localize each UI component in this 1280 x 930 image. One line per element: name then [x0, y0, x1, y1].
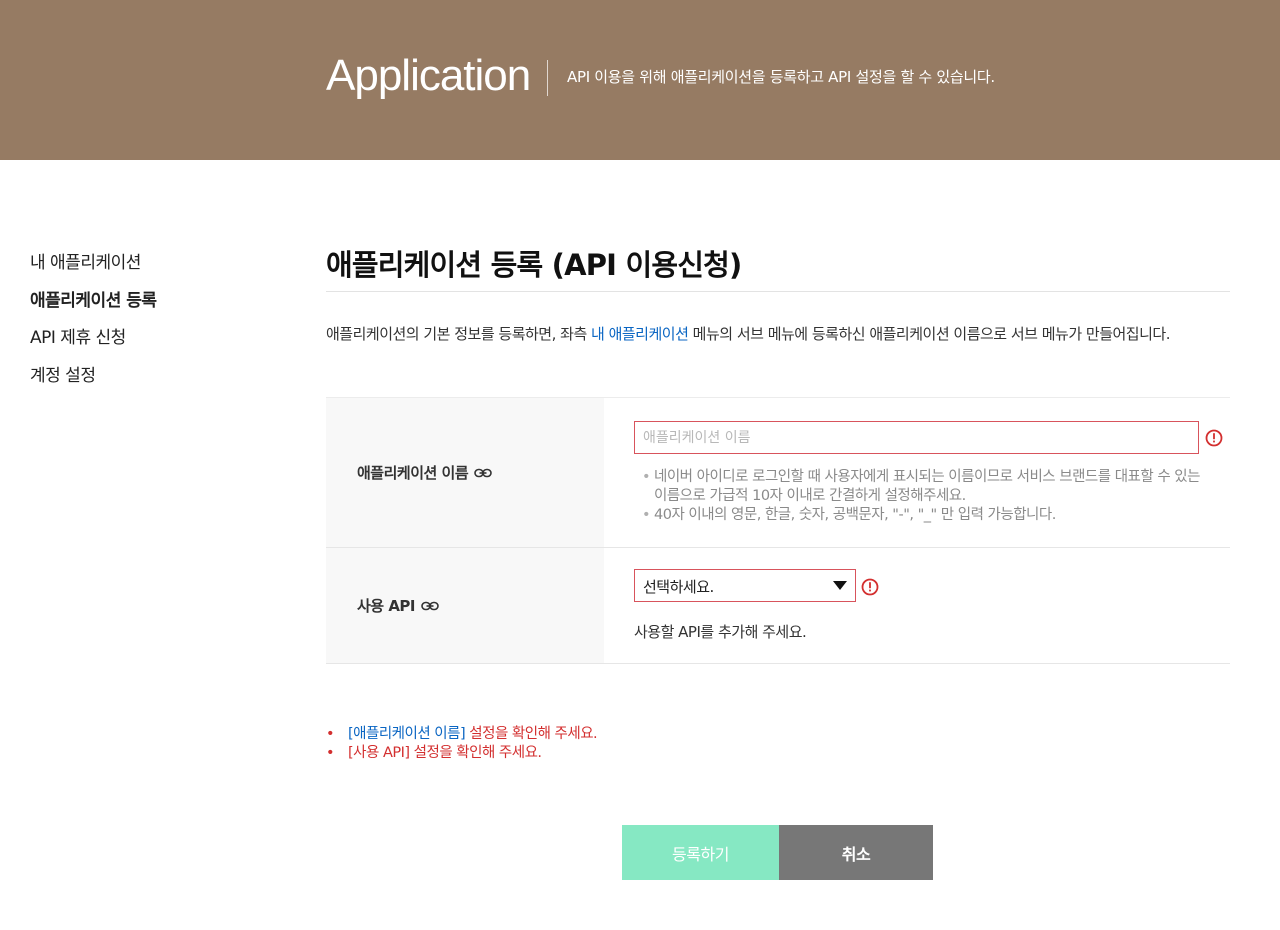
submit-button[interactable]: 등록하기: [622, 825, 779, 880]
api-row: 사용 API 선택하세요. 사용할 API를 추가해 주세요.: [326, 548, 1230, 664]
warning-icon: [861, 578, 879, 596]
registration-form: 애플리케이션 이름 네이버 아이디로 로그인할 때 사용자에게 표시되는 이름이…: [326, 397, 1230, 664]
header-divider: [547, 60, 548, 96]
intro-text: 애플리케이션의 기본 정보를 등록하면, 좌측 내 애플리케이션 메뉴의 서브 …: [326, 320, 1230, 349]
link-icon[interactable]: [421, 601, 439, 611]
sidebar-item-register-application[interactable]: 애플리케이션 등록: [30, 290, 270, 328]
api-note: 사용할 API를 추가해 주세요.: [634, 623, 807, 641]
error-item: [애플리케이션 이름] 설정을 확인해 주세요.: [326, 725, 598, 744]
app-name-label-cell: 애플리케이션 이름: [326, 398, 604, 547]
cancel-button[interactable]: 취소: [779, 825, 933, 880]
dropdown-arrow-icon: [833, 581, 847, 590]
sidebar-item-my-applications[interactable]: 내 애플리케이션: [30, 252, 270, 290]
api-label-cell: 사용 API: [326, 548, 604, 663]
hint-item: 네이버 아이디로 로그인할 때 사용자에게 표시되는 이름이므로 서비스 브랜드…: [642, 468, 1202, 506]
app-name-row: 애플리케이션 이름 네이버 아이디로 로그인할 때 사용자에게 표시되는 이름이…: [326, 398, 1230, 548]
sidebar: 내 애플리케이션 애플리케이션 등록 API 제휴 신청 계정 설정: [30, 252, 270, 402]
error-item: [사용 API] 설정을 확인해 주세요.: [326, 744, 597, 763]
warning-icon: [1205, 429, 1223, 447]
error-list: [애플리케이션 이름] 설정을 확인해 주세요. [사용 API] 설정을 확인…: [326, 725, 598, 763]
error-text: 설정을 확인해 주세요.: [465, 726, 598, 742]
api-select-value: 선택하세요.: [643, 578, 714, 596]
api-label: 사용 API: [357, 597, 416, 615]
sidebar-item-account-settings[interactable]: 계정 설정: [30, 365, 270, 403]
app-name-input[interactable]: [634, 421, 1199, 454]
api-select[interactable]: 선택하세요.: [634, 569, 856, 602]
page-header: Application API 이용을 위해 애플리케이션을 등록하고 API …: [0, 0, 1280, 160]
error-field-link[interactable]: [애플리케이션 이름]: [348, 726, 466, 742]
intro-text-end: 메뉴의 서브 메뉴에 등록하신 애플리케이션 이름으로 서브 메뉴가 만들어집니…: [688, 325, 1171, 343]
app-name-label: 애플리케이션 이름: [357, 464, 469, 482]
header-title: Application: [326, 51, 531, 100]
app-name-field-cell: 네이버 아이디로 로그인할 때 사용자에게 표시되는 이름이므로 서비스 브랜드…: [604, 398, 1230, 547]
link-icon[interactable]: [474, 468, 492, 478]
intro-text-start: 애플리케이션의 기본 정보를 등록하면, 좌측: [326, 325, 592, 343]
main-content: 애플리케이션 등록 (API 이용신청) 애플리케이션의 기본 정보를 등록하면…: [326, 240, 1230, 763]
api-field-cell: 선택하세요. 사용할 API를 추가해 주세요.: [604, 548, 1230, 663]
my-applications-link[interactable]: 내 애플리케이션: [591, 325, 689, 343]
page-title: 애플리케이션 등록 (API 이용신청): [326, 240, 1230, 292]
error-text: [사용 API] 설정을 확인해 주세요.: [348, 745, 542, 761]
app-name-hints: 네이버 아이디로 로그인할 때 사용자에게 표시되는 이름이므로 서비스 브랜드…: [642, 468, 1202, 525]
hint-item: 40자 이내의 영문, 한글, 숫자, 공백문자, "-", "_" 만 입력 …: [642, 506, 1202, 525]
header-description: API 이용을 위해 애플리케이션을 등록하고 API 설정을 할 수 있습니다…: [567, 68, 995, 86]
sidebar-item-api-partnership[interactable]: API 제휴 신청: [30, 327, 270, 365]
